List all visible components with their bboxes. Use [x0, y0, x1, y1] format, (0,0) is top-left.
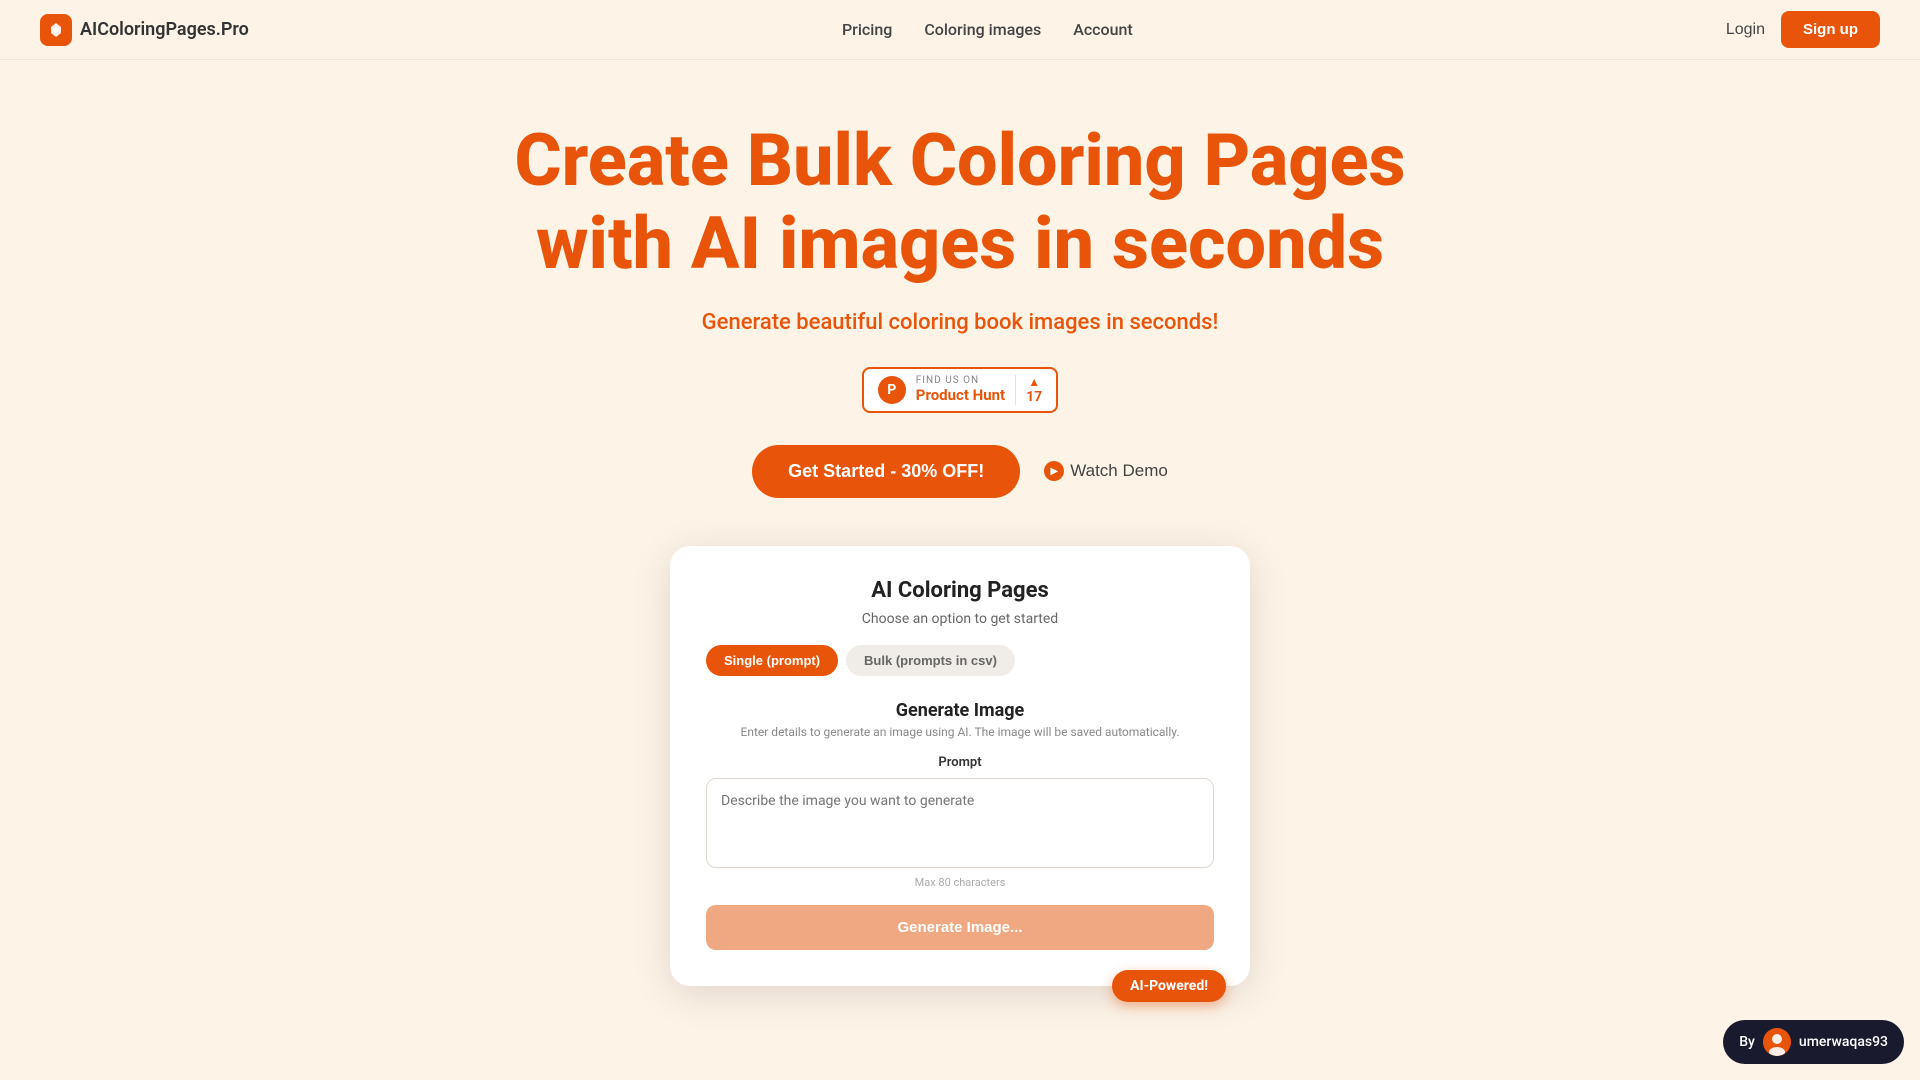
play-icon: ▶: [1044, 461, 1064, 481]
navbar: AIColoringPages.Pro Pricing Coloring ima…: [0, 0, 1920, 60]
prompt-textarea[interactable]: [706, 778, 1214, 868]
nav-link-pricing[interactable]: Pricing: [842, 20, 892, 39]
nav-links: Pricing Coloring images Account: [842, 20, 1133, 39]
app-card-title: AI Coloring Pages: [706, 578, 1214, 603]
watch-demo-button[interactable]: ▶ Watch Demo: [1044, 461, 1168, 481]
attribution-username: umerwaqas93: [1799, 1034, 1888, 1050]
app-card-choose: Choose an option to get started: [706, 611, 1214, 627]
app-preview-card: AI Coloring Pages Choose an option to ge…: [670, 546, 1250, 986]
attribution-avatar: [1763, 1028, 1791, 1056]
ph-text: FIND US ON Product Hunt: [916, 375, 1005, 404]
generate-section-desc: Enter details to generate an image using…: [706, 725, 1214, 739]
attribution-bar: By umerwaqas93: [1723, 1020, 1904, 1064]
ph-p-letter: P: [887, 382, 896, 398]
tab-single-prompt[interactable]: Single (prompt): [706, 645, 838, 676]
get-started-button[interactable]: Get Started - 30% OFF!: [752, 445, 1020, 498]
ph-count: ▲ 17: [1015, 375, 1042, 405]
nav-logo[interactable]: AIColoringPages.Pro: [40, 14, 249, 46]
prompt-label: Prompt: [706, 755, 1214, 770]
ph-logo: P: [878, 376, 906, 404]
login-button[interactable]: Login: [1726, 21, 1765, 39]
hero-subtitle: Generate beautiful coloring book images …: [702, 310, 1219, 335]
product-hunt-badge[interactable]: P FIND US ON Product Hunt ▲ 17: [862, 367, 1058, 413]
char-limit: Max 80 characters: [706, 876, 1214, 889]
generate-button[interactable]: Generate Image...: [706, 905, 1214, 950]
hero-section: Create Bulk Coloring Pages with AI image…: [0, 60, 1920, 1026]
nav-link-account[interactable]: Account: [1073, 20, 1133, 39]
tab-bulk-csv[interactable]: Bulk (prompts in csv): [846, 645, 1015, 676]
hero-title: Create Bulk Coloring Pages with AI image…: [510, 120, 1410, 286]
logo-icon: [40, 14, 72, 46]
signup-button[interactable]: Sign up: [1781, 11, 1880, 48]
generate-section-title: Generate Image: [706, 700, 1214, 721]
tab-row: Single (prompt) Bulk (prompts in csv): [706, 645, 1214, 676]
nav-actions: Login Sign up: [1726, 11, 1880, 48]
nav-link-coloring[interactable]: Coloring images: [924, 20, 1041, 39]
attribution-by: By: [1739, 1034, 1755, 1050]
ph-find-label: FIND US ON: [916, 375, 979, 386]
ai-powered-badge: AI-Powered!: [1112, 970, 1226, 1002]
ph-arrow-icon: ▲: [1028, 375, 1040, 389]
ph-name: Product Hunt: [916, 386, 1005, 404]
cta-row: Get Started - 30% OFF! ▶ Watch Demo: [752, 445, 1168, 498]
watch-demo-label: Watch Demo: [1070, 461, 1168, 481]
logo-text: AIColoringPages.Pro: [80, 19, 249, 40]
ph-number: 17: [1026, 389, 1042, 405]
